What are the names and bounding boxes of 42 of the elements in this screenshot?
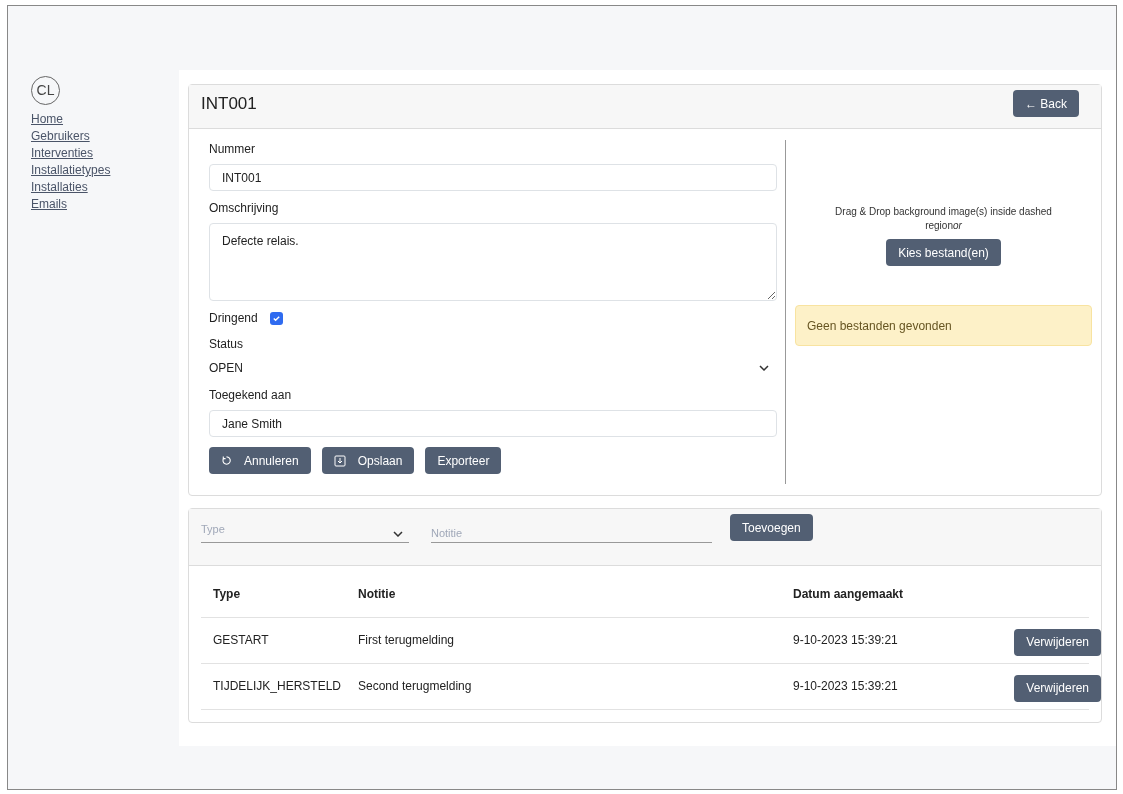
chevron-down-icon — [393, 531, 403, 537]
column-header: Datum aangemaakt — [781, 585, 973, 617]
table-cell: First terugmelding — [346, 617, 781, 663]
action-button[interactable]: Opslaan — [321, 447, 415, 474]
chevron-down-icon — [759, 365, 769, 371]
table-cell: 9-10-2023 15:39:21 — [781, 617, 973, 663]
checkbox[interactable] — [269, 311, 283, 325]
column-header: Type — [201, 585, 346, 617]
action-button[interactable]: Annuleren — [209, 447, 311, 474]
back-button[interactable]: ← Back — [1013, 90, 1079, 117]
table-cell: Second terugmelding — [346, 663, 781, 709]
text-field[interactable]: INT001 — [209, 164, 777, 191]
text-area[interactable]: Defecte relais. — [209, 223, 777, 301]
checkmark-icon — [271, 313, 281, 323]
nav-link[interactable]: Gebruikers — [31, 128, 90, 145]
nav-link[interactable]: Home — [31, 111, 63, 128]
nav-link[interactable]: Interventies — [31, 145, 94, 162]
no-files-alert: Geen bestanden gevonden — [795, 305, 1092, 346]
column-header: Notitie — [346, 585, 781, 617]
nav-link[interactable]: Installatietypes — [31, 162, 111, 179]
page-title: INT001 — [201, 93, 257, 115]
field-label: Dringend — [209, 310, 258, 327]
delete-button[interactable]: Verwijderen — [1014, 628, 1101, 656]
choose-files-button[interactable]: Kies bestand(en) — [886, 239, 1001, 266]
table-cell: TIJDELIJK_HERSTELD — [201, 663, 346, 709]
nav-link[interactable]: Emails — [31, 196, 67, 213]
status-select[interactable]: OPEN — [209, 358, 777, 378]
upload-hint: Drag & Drop background image(s) inside dashed regionor — [834, 205, 1053, 233]
download-box-icon — [333, 454, 346, 467]
add-button[interactable]: Toevoegen — [730, 514, 813, 541]
field-label: Toegekend aan — [209, 387, 293, 404]
rotate-icon — [221, 455, 232, 466]
table-cell: 9-10-2023 15:39:21 — [781, 663, 973, 709]
nav-link[interactable]: Installaties — [31, 179, 88, 196]
field-label: Omschrijving — [209, 200, 280, 217]
field-label: Status — [209, 336, 245, 353]
action-button[interactable]: Exporteer — [425, 447, 502, 474]
table-cell: GESTART — [201, 617, 346, 663]
note-field[interactable]: Notitie — [431, 514, 712, 543]
field-label: Nummer — [209, 141, 256, 158]
text-field[interactable]: Jane Smith — [209, 410, 777, 437]
delete-button[interactable]: Verwijderen — [1014, 674, 1101, 702]
